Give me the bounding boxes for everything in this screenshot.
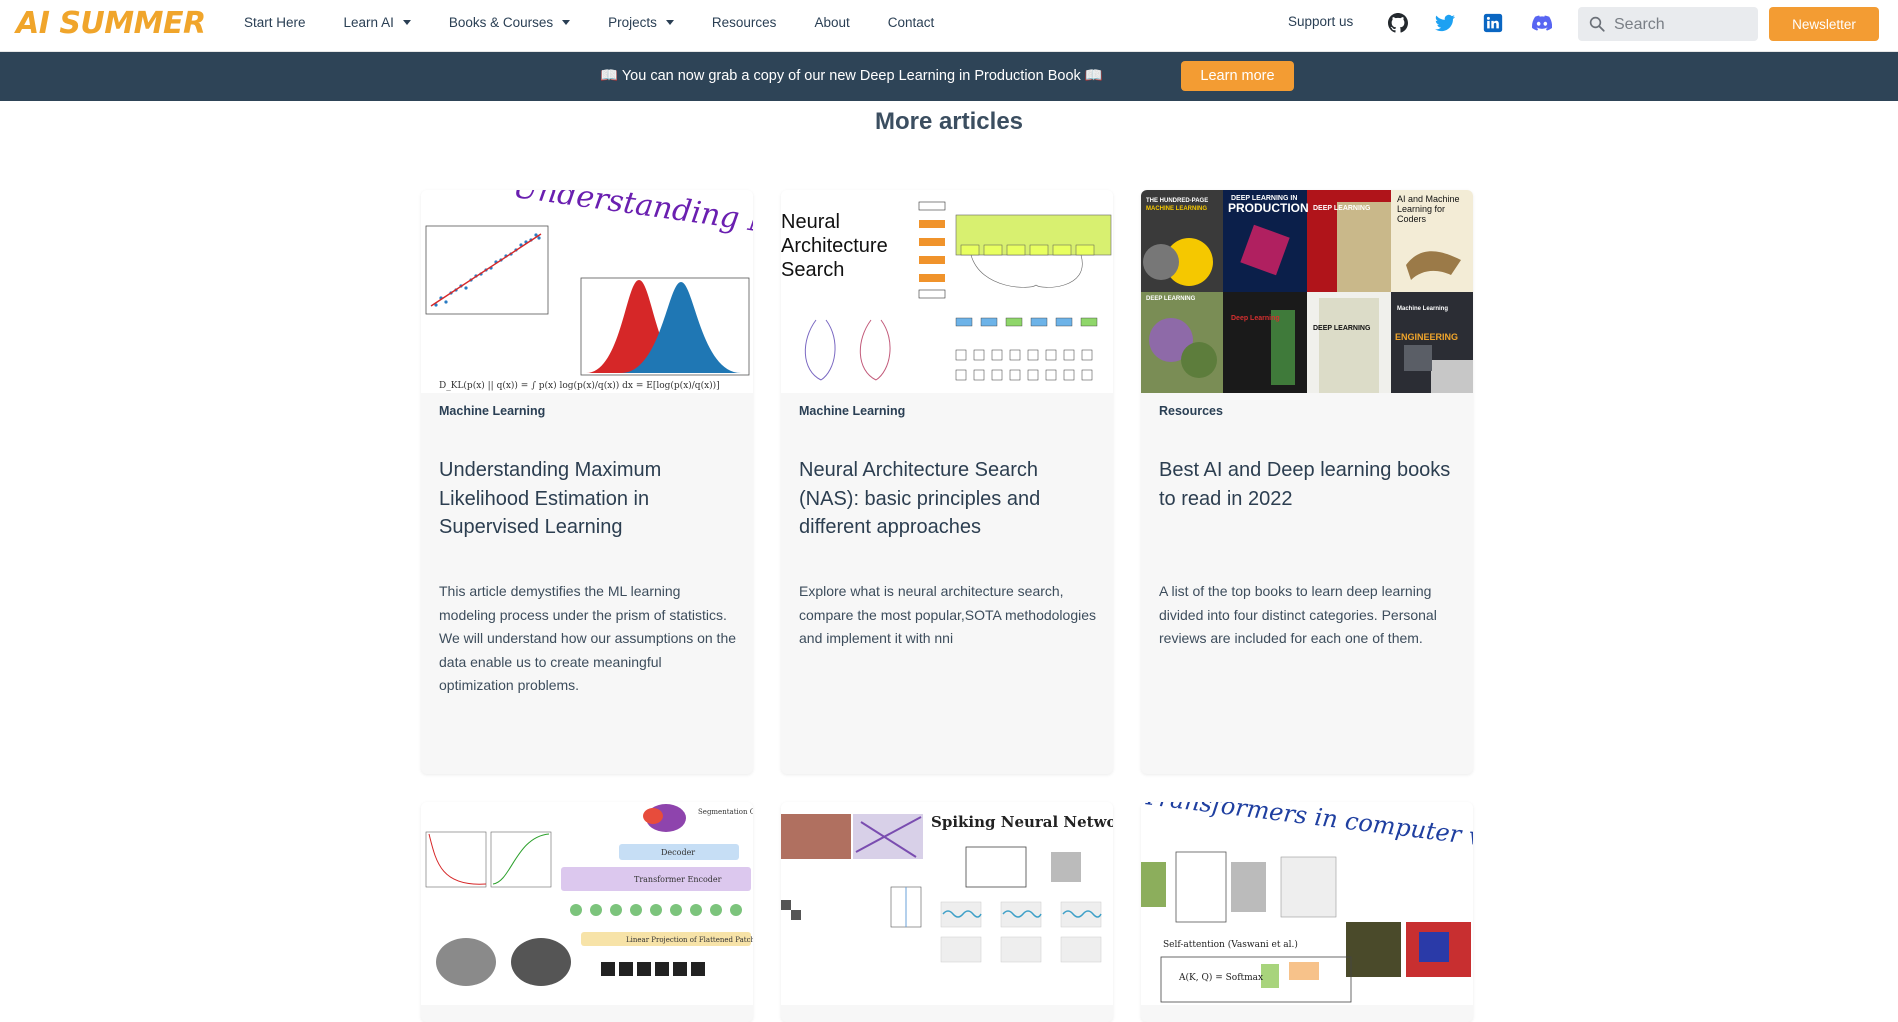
search-input[interactable] — [1612, 11, 1754, 39]
svg-text:DEEP LEARNING: DEEP LEARNING — [1313, 205, 1371, 212]
article-thumbnail[interactable]: Transformers in computer vision Self-att… — [1141, 802, 1473, 1005]
svg-text:PRODUCTION: PRODUCTION — [1228, 201, 1309, 215]
svg-text:ENGINEERING: ENGINEERING — [1395, 332, 1458, 342]
nav-contact[interactable]: Contact — [888, 15, 935, 30]
github-icon[interactable] — [1388, 13, 1408, 33]
search-icon — [1589, 16, 1605, 32]
caret-down-icon — [562, 20, 571, 25]
nav-label: Projects — [608, 15, 657, 30]
article-title[interactable]: Understanding Maximum Likelihood Estimat… — [439, 456, 739, 542]
svg-text:AI and Machine: AI and Machine — [1397, 194, 1460, 204]
article-description: This article demystifies the ML learning… — [439, 583, 737, 693]
nav-about[interactable]: About — [814, 15, 849, 30]
caret-down-icon — [402, 20, 411, 25]
svg-text:MACHINE LEARNING: MACHINE LEARNING — [1146, 206, 1207, 212]
svg-text:Transformer Encoder: Transformer Encoder — [634, 875, 722, 884]
svg-text:Self-attention (Vaswani et al.: Self-attention (Vaswani et al.) — [1163, 939, 1298, 950]
svg-text:A(K, Q) = Softmax: A(K, Q) = Softmax — [1178, 972, 1263, 983]
banner-text: 📖 You can now grab a copy of our new Dee… — [600, 68, 1103, 84]
search-box — [1578, 7, 1758, 41]
nav-label: Books & Courses — [448, 15, 554, 30]
top-navbar: AI SUMMER Start Here Learn AI Books & Co… — [0, 0, 1898, 52]
nav-projects[interactable]: Projects — [608, 15, 674, 30]
svg-text:Learning for: Learning for — [1397, 204, 1445, 214]
article-card[interactable]: Spiking Neural Networks — [781, 802, 1113, 1022]
announcement-banner: 📖 You can now grab a copy of our new Dee… — [0, 52, 1898, 101]
thumb-title: Spiking Neural Networks — [931, 813, 1113, 831]
article-category[interactable]: Machine Learning — [439, 404, 545, 418]
article-category[interactable]: Machine Learning — [799, 404, 905, 418]
article-thumbnail[interactable]: Neural Architecture Search — [781, 190, 1113, 393]
linkedin-icon[interactable] — [1483, 13, 1503, 33]
site-logo[interactable]: AI SUMMER — [16, 6, 206, 41]
svg-text:THE HUNDRED-PAGE: THE HUNDRED-PAGE — [1146, 198, 1208, 204]
article-description: Explore what is neural architecture sear… — [799, 583, 1097, 646]
nav-learn-ai[interactable]: Learn AI — [344, 15, 411, 30]
article-title[interactable]: Best AI and Deep learning books to read … — [1159, 456, 1459, 513]
nav-label: About — [814, 15, 850, 30]
article-thumbnail[interactable]: DEEP LEARNING IN PRODUCTION DEEP LEARNIN… — [1141, 190, 1473, 393]
support-us-link[interactable]: Support us — [1288, 14, 1353, 29]
svg-text:DEEP LEARNING: DEEP LEARNING — [1146, 296, 1196, 302]
newsletter-button[interactable]: Newsletter — [1769, 7, 1879, 41]
nav-label: Contact — [887, 15, 935, 30]
svg-text:Linear Projection of Flattened: Linear Projection of Flattened Patches — [626, 936, 753, 944]
article-card[interactable]: DEEP LEARNING IN PRODUCTION DEEP LEARNIN… — [1141, 190, 1473, 774]
main-nav: Start Here Learn AI Books & Courses Proj… — [244, 0, 972, 45]
nav-label: Resources — [711, 15, 777, 30]
section-title: More articles — [874, 108, 1024, 135]
article-thumbnail[interactable]: Segmentation Output Decoder Transformer … — [421, 802, 753, 1005]
svg-text:Decoder: Decoder — [661, 848, 695, 857]
article-card[interactable]: Neural Architecture Search Machine Learn… — [781, 190, 1113, 774]
article-thumbnail[interactable]: Spiking Neural Networks — [781, 802, 1113, 1005]
thumb-label: Segmentation Output — [698, 808, 753, 816]
thumb-title: Neural Architecture Search — [781, 211, 888, 281]
svg-text:D_KL(p(x) || q(x)) = ∫ p(x) lo: D_KL(p(x) || q(x)) = ∫ p(x) log(p(x)/q(x… — [439, 380, 720, 391]
article-thumbnail[interactable]: Understanding MLE D_KL(p(x) || q(x)) = ∫… — [421, 190, 753, 393]
caret-down-icon — [665, 20, 674, 25]
article-category[interactable]: Resources — [1159, 404, 1223, 418]
svg-text:Machine Learning: Machine Learning — [1397, 306, 1448, 312]
svg-text:Coders: Coders — [1397, 214, 1427, 224]
article-card[interactable]: Transformers in computer vision Self-att… — [1141, 802, 1473, 1022]
svg-text:Deep Learning: Deep Learning — [1231, 315, 1280, 322]
article-description: A list of the top books to learn deep le… — [1159, 583, 1437, 646]
article-title[interactable]: Neural Architecture Search (NAS): basic … — [799, 456, 1099, 542]
twitter-icon[interactable] — [1435, 13, 1455, 33]
nav-label: Start Here — [244, 15, 306, 30]
nav-start-here[interactable]: Start Here — [244, 15, 306, 30]
discord-icon[interactable] — [1532, 13, 1552, 33]
nav-label: Learn AI — [343, 15, 394, 30]
learn-more-button[interactable]: Learn more — [1181, 61, 1294, 91]
svg-text:DEEP LEARNING: DEEP LEARNING — [1313, 325, 1371, 332]
article-card[interactable]: Understanding MLE D_KL(p(x) || q(x)) = ∫… — [421, 190, 753, 774]
nav-books-courses[interactable]: Books & Courses — [448, 15, 571, 30]
nav-resources[interactable]: Resources — [712, 15, 777, 30]
article-card[interactable]: Segmentation Output Decoder Transformer … — [421, 802, 753, 1022]
